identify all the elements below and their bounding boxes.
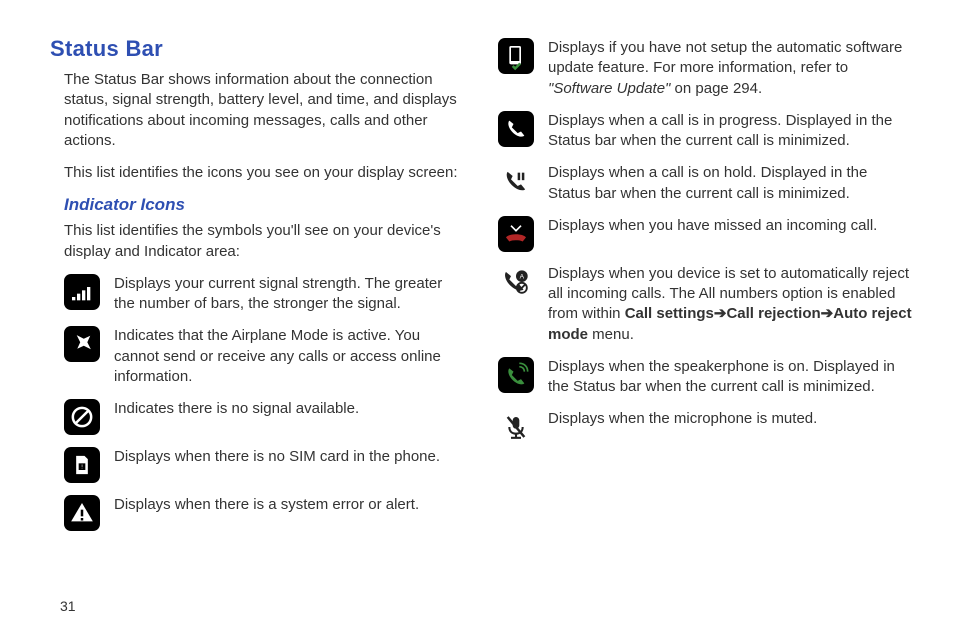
intro-para-2: This list identifies the icons you see o… xyxy=(64,163,466,183)
page: Status Bar The Status Bar shows informat… xyxy=(0,0,954,636)
alert-desc: Displays when there is a system error or… xyxy=(114,495,419,515)
icon-row-call: Displays when a call is in progress. Dis… xyxy=(498,111,914,152)
subtitle: Indicator Icons xyxy=(64,195,466,215)
icon-row-sw-update: Displays if you have not setup the autom… xyxy=(498,38,914,99)
icon-row-no-signal: Indicates there is no signal available. xyxy=(64,399,466,435)
speaker-desc: Displays when the speakerphone is on. Di… xyxy=(548,357,914,398)
icon-row-mute: Displays when the microphone is muted. xyxy=(498,409,914,445)
auto-reject-icon: A xyxy=(498,264,534,300)
icon-row-hold: Displays when a call is on hold. Display… xyxy=(498,163,914,204)
alert-icon xyxy=(64,495,100,531)
signal-strength-icon xyxy=(64,274,100,310)
airplane-desc: Indicates that the Airplane Mode is acti… xyxy=(114,326,466,387)
no-sim-icon: ! xyxy=(64,447,100,483)
page-number: 31 xyxy=(60,598,76,614)
missed-desc: Displays when you have missed an incomin… xyxy=(548,216,877,236)
left-icon-list: Displays your current signal strength. T… xyxy=(64,274,466,531)
no-signal-desc: Indicates there is no signal available. xyxy=(114,399,359,419)
icon-row-speaker: Displays when the speakerphone is on. Di… xyxy=(498,357,914,398)
call-in-progress-icon xyxy=(498,111,534,147)
sw-update-desc: Displays if you have not setup the autom… xyxy=(548,38,914,99)
icon-row-no-sim: ! Displays when there is no SIM card in … xyxy=(64,447,466,483)
columns: Status Bar The Status Bar shows informat… xyxy=(50,36,914,543)
svg-text:A: A xyxy=(520,273,525,280)
left-column: Status Bar The Status Bar shows informat… xyxy=(50,36,466,543)
right-icon-list: Displays if you have not setup the autom… xyxy=(498,38,914,445)
icon-row-missed: Displays when you have missed an incomin… xyxy=(498,216,914,252)
airplane-mode-icon xyxy=(64,326,100,362)
call-desc: Displays when a call is in progress. Dis… xyxy=(548,111,914,152)
hold-desc: Displays when a call is on hold. Display… xyxy=(548,163,914,204)
missed-call-icon xyxy=(498,216,534,252)
sub-intro: This list identifies the symbols you'll … xyxy=(64,221,466,262)
microphone-mute-icon xyxy=(498,409,534,445)
icon-row-alert: Displays when there is a system error or… xyxy=(64,495,466,531)
right-column: Displays if you have not setup the autom… xyxy=(498,36,914,543)
no-signal-icon xyxy=(64,399,100,435)
software-update-icon xyxy=(498,38,534,74)
page-title: Status Bar xyxy=(50,36,466,62)
reject-desc: Displays when you device is set to autom… xyxy=(548,264,914,345)
icon-row-airplane: Indicates that the Airplane Mode is acti… xyxy=(64,326,466,387)
mute-desc: Displays when the microphone is muted. xyxy=(548,409,817,429)
call-on-hold-icon xyxy=(498,163,534,199)
icon-row-signal: Displays your current signal strength. T… xyxy=(64,274,466,315)
signal-desc: Displays your current signal strength. T… xyxy=(114,274,466,315)
speakerphone-icon xyxy=(498,357,534,393)
no-sim-desc: Displays when there is no SIM card in th… xyxy=(114,447,440,467)
intro-para-1: The Status Bar shows information about t… xyxy=(64,70,466,151)
icon-row-reject: A Displays when you device is set to aut… xyxy=(498,264,914,345)
